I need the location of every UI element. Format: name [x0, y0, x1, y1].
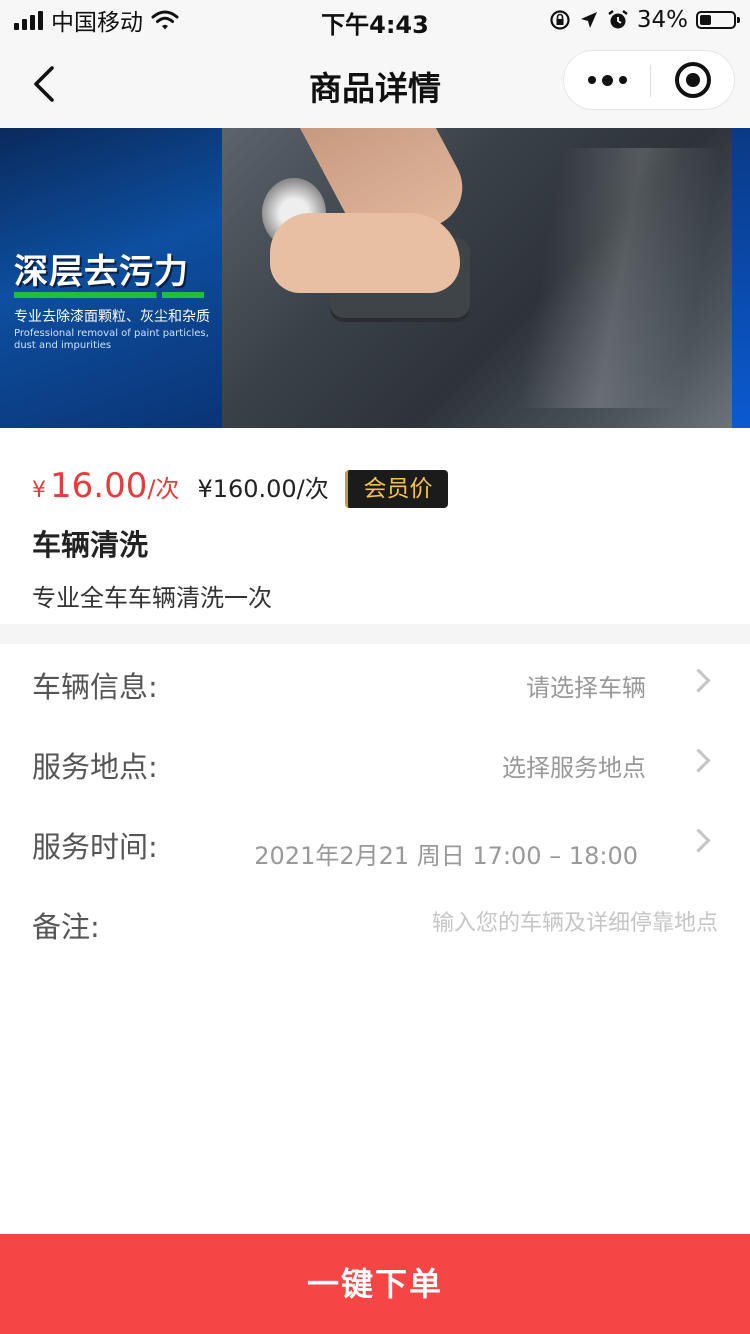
price-unit: /次: [147, 475, 180, 503]
location-arrow-icon: [580, 12, 597, 28]
orientation-lock-icon: [550, 10, 570, 30]
capsule-divider: [650, 65, 651, 97]
banner-subline: 专业去除漆面颗粒、灰尘和杂质: [14, 309, 210, 325]
vehicle-info-row[interactable]: 车辆信息: 请选择车辆: [0, 644, 750, 724]
vehicle-info-label: 车辆信息:: [32, 670, 158, 704]
chevron-right-icon: [686, 668, 711, 693]
banner-hand: [270, 213, 460, 293]
mini-program-capsule: [563, 50, 735, 110]
product-name: 车辆清洗: [32, 528, 149, 562]
remark-row: 备注:: [0, 884, 750, 964]
battery-percent: 34%: [636, 7, 688, 33]
price-row: ¥ 16.00 /次 ¥160.00/次: [32, 466, 329, 510]
banner-headline: 深层去污力: [14, 252, 189, 292]
banner-stripe: [14, 292, 204, 298]
service-location-value: 选择服务地点: [502, 754, 646, 782]
service-location-row[interactable]: 服务地点: 选择服务地点: [0, 724, 750, 804]
original-price: ¥160.00/次: [197, 475, 329, 503]
chevron-right-icon: [686, 828, 711, 853]
battery-icon: [696, 11, 740, 29]
alarm-icon: [608, 10, 628, 29]
service-time-value: 2021年2月21 周日 17:00 – 18:00: [254, 842, 638, 870]
place-order-button[interactable]: 一键下单: [0, 1234, 750, 1334]
remark-label: 备注:: [32, 910, 100, 944]
service-time-row[interactable]: 服务时间: 2021年2月21 周日 17:00 – 18:00: [0, 804, 750, 884]
member-price: 16.00: [50, 466, 148, 506]
vehicle-info-value: 请选择车辆: [526, 674, 646, 702]
price-symbol: ¥: [32, 478, 46, 503]
status-bar: 中国移动 下午4:43 34%: [0, 0, 750, 40]
product-description: 专业全车车辆清洗一次: [32, 584, 272, 612]
service-time-label: 服务时间:: [32, 830, 158, 864]
status-right: 34%: [549, 6, 740, 34]
banner-english: Professional removal of paint particles,…: [14, 328, 209, 351]
nav-bar: 商品详情: [0, 40, 750, 128]
more-dots-icon[interactable]: [564, 51, 650, 109]
close-target-icon[interactable]: [675, 62, 711, 98]
remark-input[interactable]: [330, 906, 718, 940]
section-divider: [0, 624, 750, 644]
product-banner-image: 深层去污力 专业去除漆面颗粒、灰尘和杂质 Professional remova…: [0, 128, 750, 428]
chevron-right-icon: [686, 748, 711, 773]
member-price-badge: 会员价: [345, 470, 448, 508]
service-location-label: 服务地点:: [32, 750, 158, 784]
